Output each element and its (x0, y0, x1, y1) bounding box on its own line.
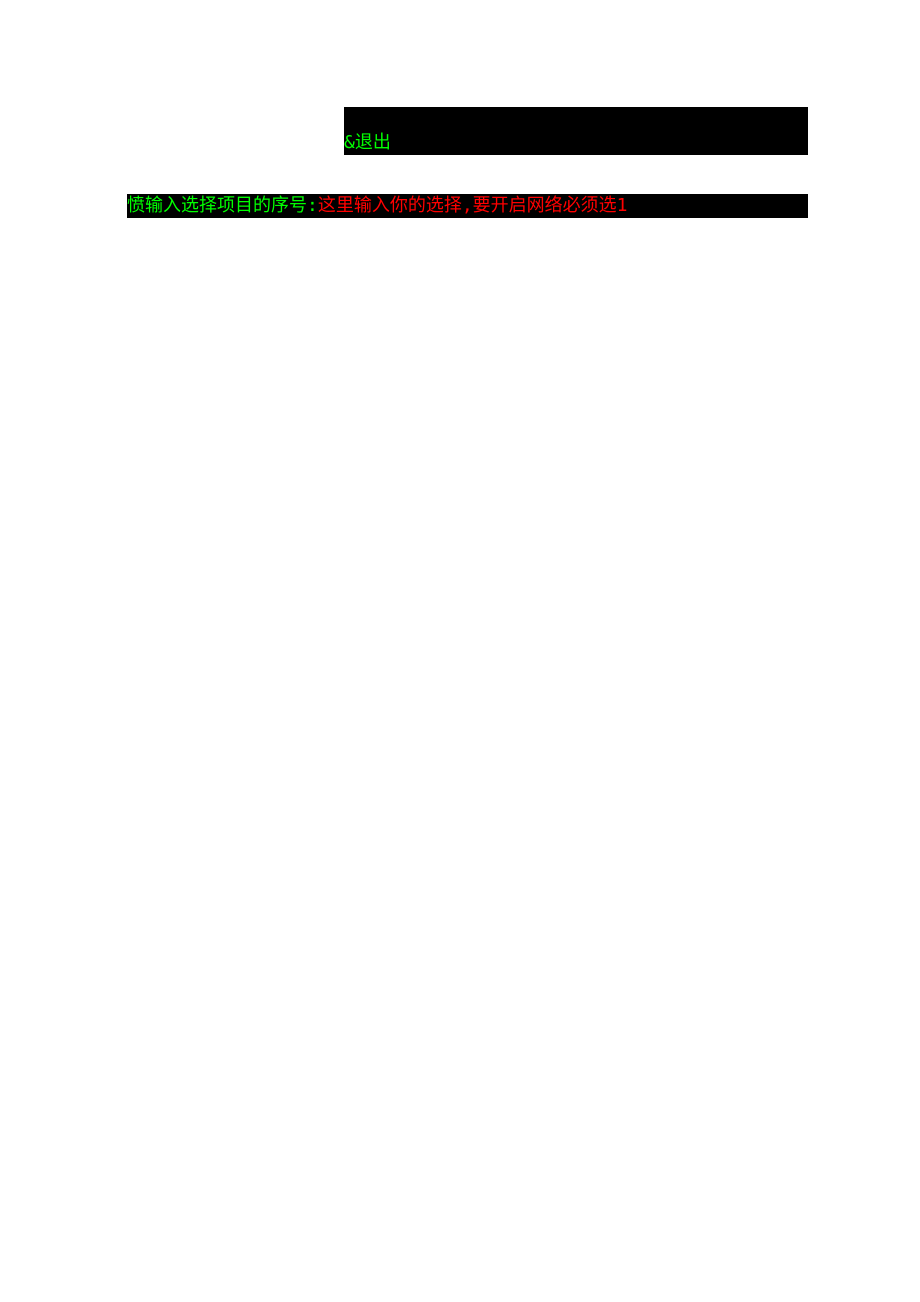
prompt-label: 愤输入选择项目的序号: (127, 195, 318, 216)
exit-option-label: &退出 (344, 132, 391, 153)
menu-option-exit: &退出 (344, 131, 808, 155)
prompt-hint: 这里输入你的选择,要开启网络必须选1 (318, 195, 628, 216)
input-prompt-line[interactable]: 愤输入选择项目的序号:这里输入你的选择,要开启网络必须选1 (127, 194, 808, 218)
terminal-blank-line (344, 107, 808, 131)
